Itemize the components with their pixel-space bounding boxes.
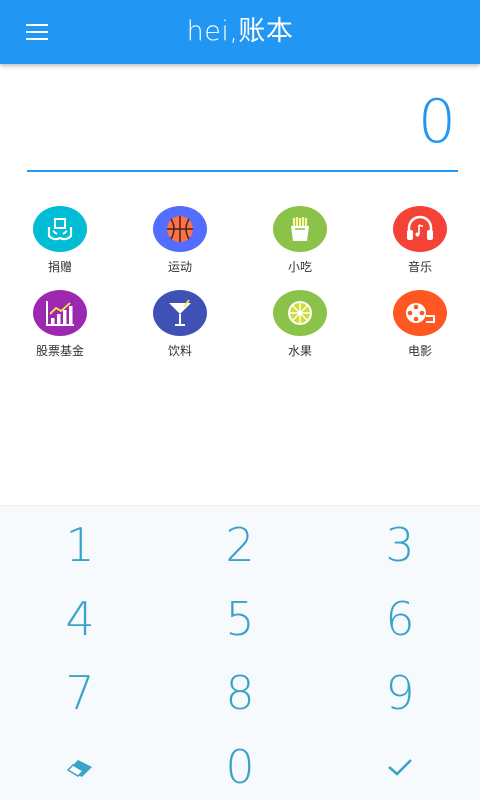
basketball-icon: [153, 206, 207, 252]
donation-icon: [33, 206, 87, 252]
key-digit: 9: [385, 666, 415, 720]
key-1[interactable]: 1: [0, 508, 160, 582]
app-screen: hei,账本 0 捐赠 运动 小吃 音乐 股票基金 饮料 水果 电影 1 2 3…: [0, 0, 480, 800]
app-title-latin: hei,: [186, 16, 239, 47]
fries-icon: [273, 206, 327, 252]
key-7[interactable]: 7: [0, 656, 160, 730]
category-music[interactable]: 音乐: [360, 206, 480, 282]
amount-display: 0: [417, 87, 456, 157]
clear-button[interactable]: [0, 730, 160, 800]
key-2[interactable]: 2: [160, 508, 320, 582]
app-title-cjk: 账本: [238, 16, 294, 47]
film-reel-icon: [393, 290, 447, 336]
category-label: 运动: [167, 260, 192, 274]
category-movies[interactable]: 电影: [360, 290, 480, 366]
key-digit: 1: [65, 518, 95, 572]
key-0[interactable]: 0: [160, 730, 320, 800]
key-digit: 3: [385, 518, 415, 572]
number-keypad: 1 2 3 4 5 6 7 8 9 0: [0, 505, 480, 800]
key-digit: 0: [225, 740, 255, 794]
key-digit: 2: [225, 518, 255, 572]
eraser-icon: [66, 760, 92, 777]
cocktail-icon: [153, 290, 207, 336]
key-digit: 8: [225, 666, 255, 720]
confirm-button[interactable]: [320, 730, 480, 800]
category-label: 捐赠: [47, 260, 72, 274]
key-8[interactable]: 8: [160, 656, 320, 730]
category-label: 股票基金: [35, 344, 84, 358]
category-snacks[interactable]: 小吃: [240, 206, 360, 282]
category-label: 电影: [407, 344, 432, 358]
check-icon: [388, 759, 412, 776]
category-label: 音乐: [407, 260, 432, 274]
headphones-icon: [393, 206, 447, 252]
category-sports[interactable]: 运动: [120, 206, 240, 282]
key-digit: 4: [65, 592, 95, 646]
key-3[interactable]: 3: [320, 508, 480, 582]
stock-chart-icon: [33, 290, 87, 336]
amount-underline: [27, 170, 458, 172]
key-6[interactable]: 6: [320, 582, 480, 656]
key-digit: 7: [65, 666, 95, 720]
key-4[interactable]: 4: [0, 582, 160, 656]
category-label: 水果: [287, 344, 312, 358]
app-bar: hei,账本: [0, 0, 480, 64]
app-title: hei,账本: [0, 0, 480, 64]
key-digit: 6: [385, 592, 415, 646]
key-9[interactable]: 9: [320, 656, 480, 730]
category-stocks-funds[interactable]: 股票基金: [0, 290, 120, 366]
category-label: 小吃: [287, 260, 312, 274]
key-5[interactable]: 5: [160, 582, 320, 656]
lime-icon: [273, 290, 327, 336]
category-label: 饮料: [167, 344, 192, 358]
category-drinks[interactable]: 饮料: [120, 290, 240, 366]
category-fruit[interactable]: 水果: [240, 290, 360, 366]
category-donation[interactable]: 捐赠: [0, 206, 120, 282]
key-digit: 5: [225, 592, 255, 646]
